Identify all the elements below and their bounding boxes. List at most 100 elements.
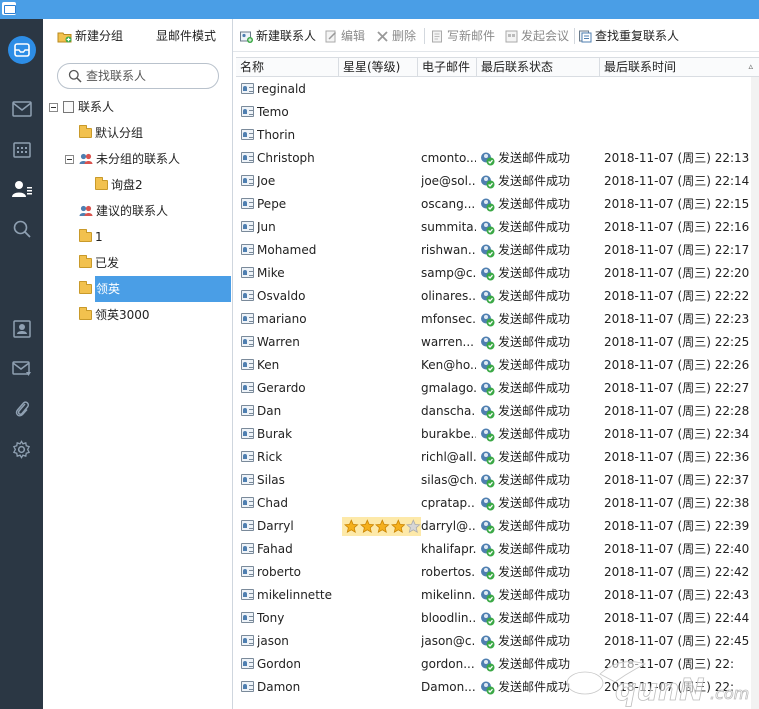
meeting-icon — [505, 30, 518, 42]
nav-address-card[interactable] — [0, 311, 43, 347]
contact-card-icon — [241, 566, 254, 577]
star-filled-icon[interactable] — [390, 519, 406, 534]
mail-mode-label: 显邮件模式 — [156, 29, 217, 43]
nav-inbox[interactable] — [0, 91, 43, 127]
last-status-cell: 发送邮件成功 — [480, 584, 600, 607]
tree-node-1[interactable]: 1 — [79, 226, 103, 248]
table-row[interactable]: Gerardo gmalago... 发送邮件成功 2018-11-07 (周三) 2… — [236, 377, 759, 400]
table-row[interactable]: Warren warren... 发送邮件成功 2018-11-07 (周三) 22:… — [236, 331, 759, 354]
last-contact-time: 2018-11-07 (周三) 22:38 — [604, 496, 750, 510]
nav-settings[interactable] — [0, 431, 43, 467]
column-header-stars[interactable]: 星星(等级) — [339, 58, 418, 77]
last-status-cell: 发送邮件成功 — [480, 239, 600, 262]
tree-node-suggested[interactable]: 建议的联系人 — [79, 200, 168, 222]
last-status-cell: 发送邮件成功 — [480, 607, 600, 630]
star-filled-icon[interactable] — [359, 519, 375, 534]
column-header-last-time[interactable]: 最后联系时间 ▵ — [600, 58, 759, 77]
collapse-toggle-icon[interactable] — [49, 102, 58, 112]
table-row[interactable]: Gordon gordon... 发送邮件成功 2018-11-07 (周三) 22: — [236, 653, 759, 676]
contact-email: summita... — [421, 220, 476, 234]
tree-node-contacts-root[interactable]: 联系人 — [49, 96, 114, 118]
table-row[interactable]: Burak burakbe... 发送邮件成功 2018-11-07 (周三) 22:… — [236, 423, 759, 446]
find-duplicates-button[interactable]: 查找重复联系人 — [579, 27, 679, 45]
table-row[interactable]: Mike samp@c... 发送邮件成功 2018-11-07 (周三) 22:20 — [236, 262, 759, 285]
delete-button[interactable]: 删除 — [376, 27, 416, 45]
table-row[interactable]: Ken Ken@ho... 发送邮件成功 2018-11-07 (周三) 22:26 — [236, 354, 759, 377]
edit-button[interactable]: 编辑 — [325, 27, 365, 45]
nav-mail-filter[interactable] — [0, 351, 43, 387]
contact-email: samp@c... — [421, 266, 476, 280]
tree-node-label: 询盘2 — [111, 178, 143, 192]
contact-email: danscha... — [421, 404, 476, 418]
tree-node-inquiry2[interactable]: 询盘2 — [95, 174, 143, 196]
nav-search[interactable] — [0, 211, 43, 247]
contacts-toolbar: 新建联系人 编辑 删除 写新邮件 发起会议 查找重复联系人 — [233, 19, 759, 52]
table-row[interactable]: Thorin — [236, 124, 759, 147]
table-row[interactable]: Jun summita... 发送邮件成功 2018-11-07 (周三) 22:16 — [236, 216, 759, 239]
nav-mail-home[interactable] — [0, 32, 43, 68]
start-meeting-button[interactable]: 发起会议 — [505, 27, 569, 45]
calendar-icon — [12, 141, 31, 158]
table-row[interactable]: mikelinnette mikelinn... 发送邮件成功 2018-11-07 … — [236, 584, 759, 607]
table-row[interactable]: Silas silas@ch... 发送邮件成功 2018-11-07 (周三) 22… — [236, 469, 759, 492]
table-row[interactable]: Temo — [236, 101, 759, 124]
contact-card-icon — [241, 382, 254, 393]
last-contact-time: 2018-11-07 (周三) 22:37 — [604, 473, 750, 487]
table-row[interactable]: Damon Damon... 发送邮件成功 2018-11-07 (周三) 22: — [236, 676, 759, 699]
table-row[interactable]: Fahad khalifapr... 发送邮件成功 2018-11-07 (周三) 2… — [236, 538, 759, 561]
find-duplicates-icon — [579, 30, 592, 42]
star-filled-icon[interactable] — [375, 519, 390, 534]
collapse-toggle-icon[interactable] — [65, 154, 74, 164]
last-status-text: 发送邮件成功 — [498, 312, 571, 326]
table-row[interactable]: Chad cpratap... 发送邮件成功 2018-11-07 (周三) 22:3… — [236, 492, 759, 515]
table-row[interactable]: Darryl darryl@... 发送邮件成功 2018-11-07 (周三) 22… — [236, 515, 759, 538]
column-header-name[interactable]: 名称 — [236, 58, 339, 77]
table-row[interactable]: reginald — [236, 78, 759, 101]
table-row[interactable]: jason jason@c... 发送邮件成功 2018-11-07 (周三) 22:… — [236, 630, 759, 653]
table-row[interactable]: Christoph cmonto... 发送邮件成功 2018-11-07 (周三) … — [236, 147, 759, 170]
settings-icon — [12, 439, 31, 459]
folder-icon — [79, 255, 92, 268]
table-row[interactable]: Joe joe@sol... 发送邮件成功 2018-11-07 (周三) 22:14 — [236, 170, 759, 193]
nav-contacts[interactable] — [0, 171, 43, 207]
star-rating[interactable] — [342, 517, 421, 536]
contact-email: oscang... — [421, 197, 476, 211]
contact-name: Gerardo — [257, 381, 306, 395]
column-header-last-status[interactable]: 最后联系状态 — [477, 58, 600, 77]
sent-success-icon — [481, 658, 495, 672]
star-empty-icon[interactable] — [406, 519, 421, 534]
new-group-button[interactable]: 新建分组 — [57, 28, 123, 44]
toolbar-separator — [574, 28, 575, 44]
contact-email: Ken@ho... — [421, 358, 476, 372]
nav-calendar[interactable] — [0, 131, 43, 167]
column-header-last-time-label: 最后联系时间 — [604, 60, 677, 74]
sent-success-icon — [481, 566, 495, 580]
table-row[interactable]: Dan danscha... 发送邮件成功 2018-11-07 (周三) 22:28 — [236, 400, 759, 423]
contact-email: olinares... — [421, 289, 476, 303]
sent-success-icon — [481, 382, 495, 396]
contact-name: reginald — [257, 82, 306, 96]
tree-node-label: 领英3000 — [95, 308, 150, 322]
new-contact-button[interactable]: 新建联系人 — [240, 27, 316, 45]
table-row[interactable]: Tony bloodlin... 发送邮件成功 2018-11-07 (周三) 22:… — [236, 607, 759, 630]
column-header-email[interactable]: 电子邮件 — [418, 58, 477, 77]
table-row[interactable]: Mohamed rishwan... 发送邮件成功 2018-11-07 (周三) 2… — [236, 239, 759, 262]
mail-mode-button[interactable]: 显邮件模式 — [156, 28, 216, 44]
star-filled-icon[interactable] — [344, 519, 359, 534]
table-row[interactable]: Rick richl@all... 发送邮件成功 2018-11-07 (周三) 22… — [236, 446, 759, 469]
write-mail-button[interactable]: 写新邮件 — [431, 27, 495, 45]
table-row[interactable]: Pepe oscang... 发送邮件成功 2018-11-07 (周三) 22:15 — [236, 193, 759, 216]
vertical-scrollbar[interactable] — [751, 77, 759, 709]
tree-node-sent[interactable]: 已发 — [79, 252, 119, 274]
tree-node-linkedin3000[interactable]: 领英3000 — [79, 304, 150, 326]
contact-search-input[interactable] — [86, 69, 206, 83]
last-status-text: 发送邮件成功 — [498, 450, 571, 464]
tree-node-default-group[interactable]: 默认分组 — [79, 122, 143, 144]
table-row[interactable]: roberto robertos... 发送邮件成功 2018-11-07 (周三) … — [236, 561, 759, 584]
nav-attachments[interactable] — [0, 391, 43, 427]
tree-node-linkedin[interactable]: 领英 — [79, 276, 231, 302]
contact-name: Warren — [257, 335, 300, 349]
tree-node-ungrouped[interactable]: 未分组的联系人 — [65, 148, 180, 170]
table-row[interactable]: mariano mfonsec... 发送邮件成功 2018-11-07 (周三) 2… — [236, 308, 759, 331]
table-row[interactable]: Osvaldo olinares... 发送邮件成功 2018-11-07 (周三) … — [236, 285, 759, 308]
